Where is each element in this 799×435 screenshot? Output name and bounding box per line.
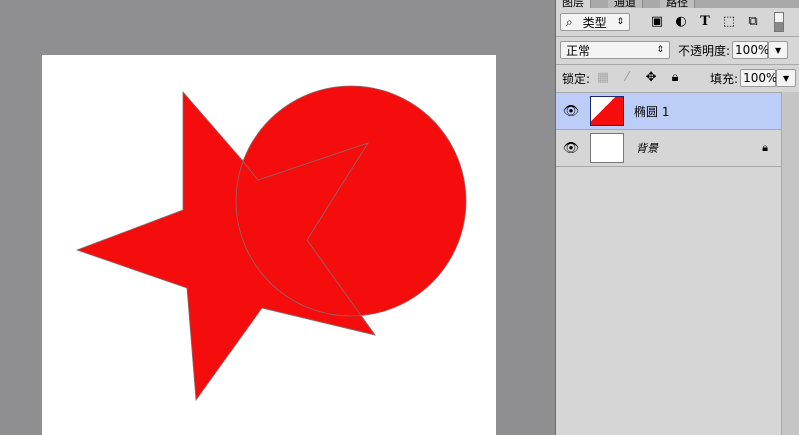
lock-position-move-icon[interactable]: ✥ [644,71,658,85]
artwork [75,85,467,402]
tab-layers[interactable]: 图层 [556,0,591,8]
blend-mode-select[interactable]: 正常 ⇕ [560,41,670,59]
fill-label: 填充: [710,71,739,86]
lock-pixels-brush-icon[interactable]: ⁄ [620,71,634,85]
tab-channels[interactable]: 通道 [608,0,643,8]
layer-name[interactable]: 椭圆 1 [634,103,669,120]
fill-dropdown[interactable]: ▼ [776,69,797,87]
opacity-dropdown[interactable]: ▼ [768,41,789,59]
updown-icon: ⇕ [656,45,664,55]
layers-panel: 图层 通道 路径 ⌕ 类型 ⇕ ▣ ◐ T ⬚ ⧉ 正常 ⇕ 不透明度: 100… [555,0,799,435]
layers-scrollbar[interactable] [781,92,799,435]
shape-filter-icon[interactable]: ⬚ [722,15,736,29]
document-canvas-area[interactable] [0,0,555,435]
filter-type-label: 类型 [582,15,607,30]
updown-icon: ⇕ [616,17,624,27]
type-filter-icon[interactable]: T [698,15,712,29]
layer-thumbnail [590,96,624,126]
blend-mode-value: 正常 [566,43,591,58]
visibility-eye-icon[interactable]: 👁︎ [556,104,586,119]
filter-toggle[interactable] [774,12,784,32]
layer-row-background[interactable]: 👁︎ 背景 🔒︎ [556,130,782,167]
opacity-input[interactable]: 100% [732,41,769,59]
lock-all-icon[interactable]: 🔒︎ [668,71,682,85]
layer-row-ellipse[interactable]: 👁︎ 椭圆 1 [556,93,782,130]
layer-name[interactable]: 背景 [636,140,658,156]
panel-tabs: 图层 通道 路径 [556,0,799,8]
opacity-label: 不透明度: [678,43,731,58]
lock-transparency-icon[interactable]: ▦ [596,71,610,85]
ellipse-shape [235,85,467,317]
visibility-eye-icon[interactable]: 👁︎ [556,141,586,156]
layer-thumbnail [590,133,624,163]
adjustment-filter-icon[interactable]: ◐ [674,15,688,29]
layer-lock-icon: 🔒︎ [762,141,768,154]
fill-input[interactable]: 100% [740,69,777,87]
smart-object-filter-icon[interactable]: ⧉ [746,15,760,29]
search-icon: ⌕ [566,14,573,29]
document-canvas[interactable] [42,55,496,435]
filter-type-select[interactable]: ⌕ 类型 ⇕ [560,13,630,31]
lock-label: 锁定: [562,71,591,86]
image-filter-icon[interactable]: ▣ [650,15,664,29]
tab-paths[interactable]: 路径 [660,0,695,8]
